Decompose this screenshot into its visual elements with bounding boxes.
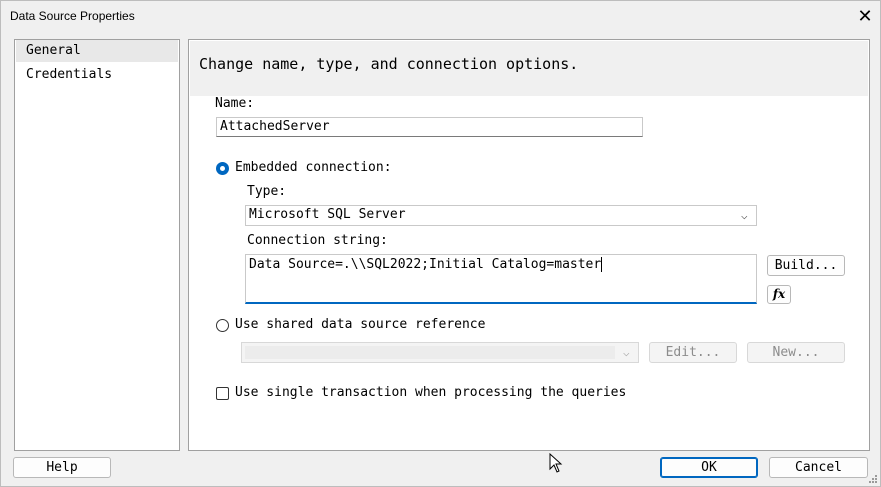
chevron-down-icon: ⌵: [741, 209, 748, 222]
single-transaction-label[interactable]: Use single transaction when processing t…: [235, 385, 626, 400]
close-icon[interactable]: ✕: [852, 3, 878, 29]
new-button[interactable]: New...: [747, 342, 845, 363]
single-transaction-checkbox[interactable]: [216, 387, 229, 400]
disabled-select-field: [245, 346, 615, 359]
shared-reference-select[interactable]: ⌵: [241, 342, 639, 363]
nav-item-credentials[interactable]: Credentials: [16, 64, 178, 86]
connection-string-label: Connection string:: [247, 233, 388, 248]
type-select[interactable]: Microsoft SQL Server ⌵: [245, 205, 757, 226]
type-label: Type:: [247, 184, 287, 199]
resize-grip-icon[interactable]: [868, 474, 878, 484]
edit-button[interactable]: Edit...: [649, 342, 737, 363]
type-select-value: Microsoft SQL Server: [249, 207, 406, 222]
name-input[interactable]: AttachedServer: [216, 117, 643, 137]
connection-string-input[interactable]: Data Source=.\\SQL2022;Initial Catalog=m…: [245, 254, 757, 304]
expression-fx-button[interactable]: fx: [767, 285, 791, 304]
settings-panel: Change name, type, and connection option…: [188, 39, 870, 451]
connection-string-value: Data Source=.\\SQL2022;Initial Catalog=m…: [249, 257, 602, 272]
build-button[interactable]: Build...: [767, 255, 845, 276]
help-button[interactable]: Help: [13, 457, 111, 478]
window-title: Data Source Properties: [10, 9, 135, 23]
text-cursor: [601, 257, 603, 272]
dialog-window: Data Source Properties ✕ General Credent…: [0, 0, 881, 487]
title-bar: Data Source Properties ✕: [1, 1, 880, 31]
shared-reference-label[interactable]: Use shared data source reference: [235, 317, 485, 332]
mouse-cursor-icon: [549, 453, 563, 473]
name-label: Name:: [215, 96, 255, 111]
nav-list: General Credentials: [14, 39, 180, 451]
shared-reference-radio[interactable]: [216, 319, 229, 332]
chevron-down-icon: ⌵: [623, 346, 630, 359]
embedded-connection-radio[interactable]: [216, 162, 229, 175]
embedded-connection-label[interactable]: Embedded connection:: [235, 160, 392, 175]
ok-button[interactable]: OK: [660, 457, 758, 478]
nav-item-general[interactable]: General: [16, 40, 178, 62]
cancel-button[interactable]: Cancel: [769, 457, 868, 478]
panel-header: Change name, type, and connection option…: [190, 41, 868, 96]
panel-header-text: Change name, type, and connection option…: [199, 55, 579, 73]
